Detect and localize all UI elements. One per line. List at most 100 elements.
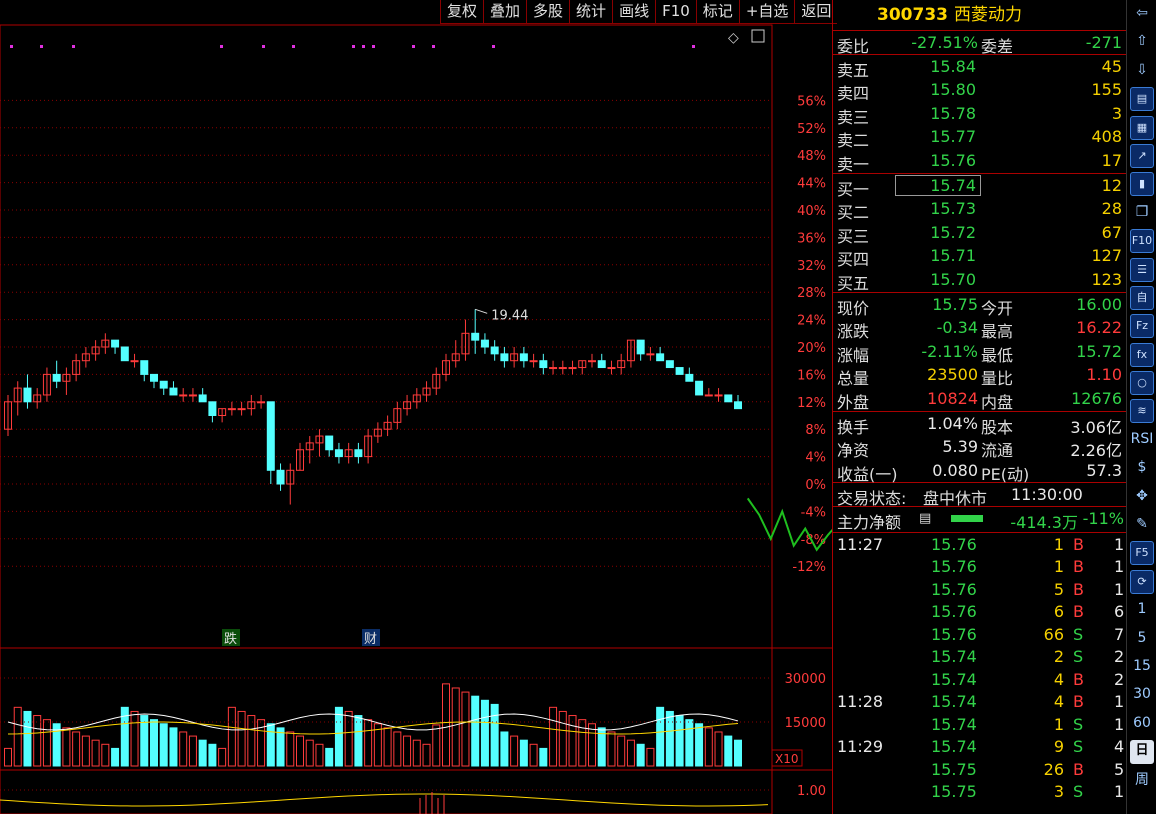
candle-body — [150, 373, 158, 382]
period-5[interactable]: 5 — [1130, 627, 1154, 651]
bid-3-row[interactable]: 买三 15.72 67 — [833, 221, 1126, 246]
candle-body — [111, 339, 120, 348]
share-stat-label: 流通 — [981, 441, 1014, 461]
self-select-icon[interactable]: 自 — [1130, 285, 1154, 310]
share-stat-row: 净资 5.39 流通 2.26亿 — [833, 435, 1126, 461]
wave-icon[interactable]: ≋ — [1130, 399, 1154, 424]
period-1[interactable]: 1 — [1130, 598, 1154, 622]
candle-icon[interactable]: ▮ — [1130, 172, 1154, 197]
candle-body — [519, 353, 528, 362]
report-icon[interactable]: ▤ — [1130, 87, 1154, 112]
bid-5-price: 15.70 — [930, 269, 976, 289]
arrow-up-icon[interactable]: ⇧ — [1130, 30, 1154, 54]
trade-status-label: 交易状态: — [837, 489, 907, 509]
ask-1-row[interactable]: 卖一 15.76 17 — [833, 149, 1126, 174]
signal-marker — [40, 45, 43, 48]
toolbar-back-button[interactable]: 返回 — [794, 0, 838, 24]
volume-bar — [646, 747, 655, 767]
table-icon[interactable]: ▦ — [1130, 115, 1154, 140]
toolbar-multi-stock-button[interactable]: 多股 — [526, 0, 570, 24]
share-stat-label: PE(动) — [981, 464, 1030, 484]
ask-1-price: 15.76 — [930, 150, 976, 170]
period-week[interactable]: 周 — [1130, 769, 1154, 793]
volume-bar — [334, 706, 343, 767]
volume-bar — [704, 727, 713, 767]
volume-bar — [383, 727, 392, 767]
period-15[interactable]: 15 — [1130, 655, 1154, 679]
volume-bar — [276, 727, 285, 767]
bid-5-row[interactable]: 买五 15.70 123 — [833, 268, 1126, 293]
candle-body — [325, 435, 334, 451]
toolbar-overlay-button[interactable]: 叠加 — [483, 0, 527, 24]
toolbar-draw-button[interactable]: 画线 — [612, 0, 656, 24]
volume-bar — [91, 739, 100, 767]
volume-bar — [607, 731, 616, 767]
tick-detail-list[interactable]: 11:27 15.76 1 B 1 15.76 1 B 1 15.76 5 B 1 15.76 6 B 6 15.… — [833, 533, 1126, 803]
stat-value: 16.00 — [1076, 294, 1122, 314]
volume-bar — [315, 743, 324, 767]
tick-count: 7 — [1114, 624, 1125, 644]
stat-value: 15.75 — [932, 294, 978, 314]
tick-row: 11:28 15.74 4 B 1 — [833, 690, 1126, 713]
period-60[interactable]: 60 — [1130, 712, 1154, 736]
ask-5-row[interactable]: 卖五 15.84 45 — [833, 55, 1126, 80]
pct-tick-label: 20% — [797, 341, 826, 356]
rsi-icon[interactable]: RSI — [1130, 428, 1154, 452]
stat-row: 总量 23500 量比 1.10 — [833, 363, 1126, 388]
candle-body — [188, 394, 197, 397]
candle-body — [734, 401, 742, 410]
bid-4-row[interactable]: 买四 15.71 127 — [833, 244, 1126, 269]
volume-bar — [558, 710, 567, 767]
diamond-icon[interactable]: ◇ — [728, 30, 739, 46]
bid-2-row[interactable]: 买二 15.73 28 — [833, 197, 1126, 222]
toolbar-f10-button[interactable]: F10 — [655, 0, 696, 24]
ask-4-price: 15.80 — [930, 80, 976, 100]
volume-bar — [422, 743, 431, 767]
right-toolbar: ⇦ ⇧ ⇩ ▤ ▦ ↗ ▮ ❐ F10 ☰ 自 Fz fx ○ ≋ RSI $ ✥ ✎ F5 ⟳ 1 5 15 30 60 日周 — [1126, 0, 1156, 814]
window-toggle-icon[interactable] — [751, 29, 765, 43]
tick-row: 15.75 3 S 1 — [833, 780, 1126, 803]
stack-icon[interactable]: ☰ — [1130, 257, 1154, 282]
tick-time: 11:27 — [837, 534, 884, 554]
tick-row: 11:29 15.74 9 S 4 — [833, 735, 1126, 758]
refresh-icon[interactable]: ⟳ — [1130, 569, 1154, 594]
candle-body — [656, 353, 665, 362]
volume-bar — [344, 710, 353, 767]
toolbar-add-watchlist-button[interactable]: +自选 — [738, 0, 795, 24]
volume-bar — [549, 706, 558, 767]
kline-chart-panel[interactable]: 56% 52% 48% 44% 40% 36% 32% 28% 24% 20% 16% 12% 8% 4%… — [0, 0, 838, 814]
fz-icon[interactable]: Fz — [1130, 314, 1154, 339]
tick-volume: 5 — [1053, 579, 1064, 599]
arrow-left-icon[interactable]: ⇦ — [1130, 2, 1154, 26]
move-icon[interactable]: ✥ — [1130, 485, 1154, 509]
period-30[interactable]: 30 — [1130, 683, 1154, 707]
dollar-icon[interactable]: $ — [1130, 456, 1154, 480]
toolbar-mark-button[interactable]: 标记 — [695, 0, 739, 24]
volume-bar — [179, 731, 188, 767]
stat-value: 16.22 — [1076, 318, 1122, 338]
stat-label: 内盘 — [981, 392, 1014, 412]
formula-icon[interactable]: fx — [1130, 342, 1154, 367]
bid-1-row[interactable]: 买一 15.74 12 — [833, 174, 1126, 199]
ask-2-row[interactable]: 卖二 15.77 408 — [833, 125, 1126, 150]
toolbar-fuquan-button[interactable]: 复权 — [440, 0, 484, 24]
pencil-icon[interactable]: ✎ — [1130, 513, 1154, 537]
volume-bar — [150, 719, 158, 767]
main-flow-doc-icon[interactable]: ▤ — [919, 511, 931, 526]
ask-4-row[interactable]: 卖四 15.80 155 — [833, 78, 1126, 103]
period-day[interactable]: 日 — [1130, 740, 1154, 765]
line-chart-icon[interactable]: ↗ — [1130, 143, 1154, 168]
kline-chart[interactable]: 56% 52% 48% 44% 40% 36% 32% 28% 24% 20% 16% 12% 8% 4%… — [0, 0, 832, 814]
ask-3-row[interactable]: 卖三 15.78 3 — [833, 102, 1126, 127]
copy-icon[interactable]: ❐ — [1130, 201, 1154, 225]
volume-bar — [393, 731, 402, 767]
indicator-line — [0, 793, 769, 807]
tick-count: 1 — [1114, 557, 1125, 577]
volume-bar — [734, 739, 742, 767]
arrow-down-icon[interactable]: ⇩ — [1130, 59, 1154, 83]
circle-icon[interactable]: ○ — [1130, 371, 1154, 396]
toolbar-stats-button[interactable]: 统计 — [569, 0, 613, 24]
f5-icon[interactable]: F5 — [1130, 541, 1154, 566]
weicha-label: 委差 — [981, 37, 1014, 56]
f10-icon[interactable]: F10 — [1130, 229, 1154, 254]
